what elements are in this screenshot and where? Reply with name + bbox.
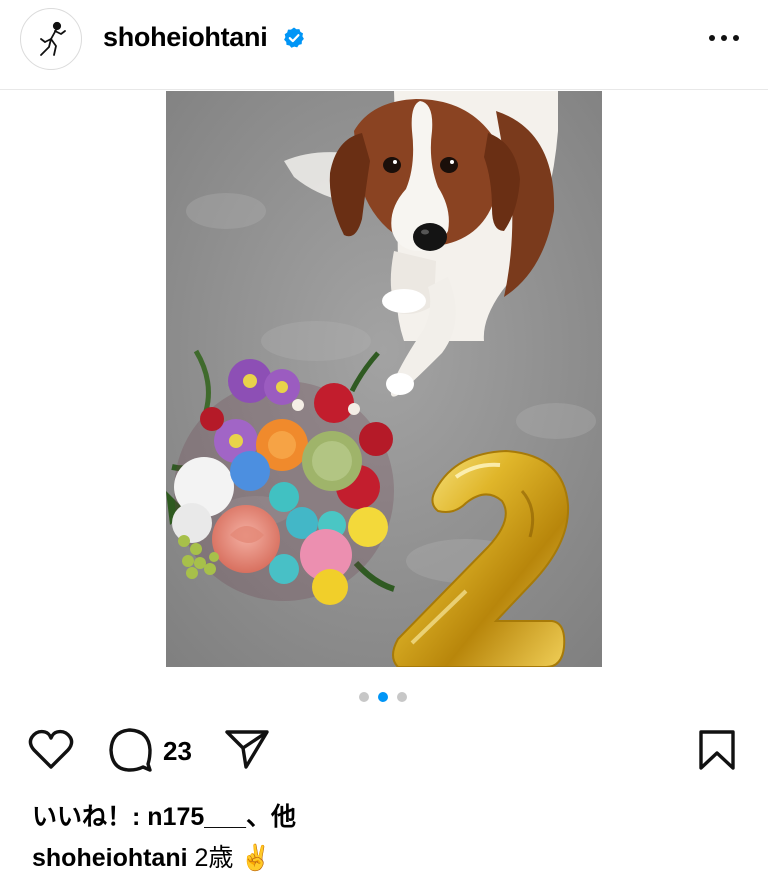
caption-text: 2歳 ✌️ (187, 844, 272, 872)
bookmark-outline-icon[interactable] (697, 729, 737, 771)
post-image[interactable] (166, 91, 602, 667)
carousel-dot-active (378, 692, 388, 702)
carousel-dot (359, 692, 369, 702)
carousel-indicator (359, 691, 411, 703)
baseball-pitcher-silhouette-icon (40, 21, 66, 56)
ellipsis-icon[interactable] (706, 28, 742, 48)
carousel-dot (397, 692, 407, 702)
avatar[interactable] (20, 8, 82, 70)
caption-username[interactable]: shoheiohtani (32, 844, 188, 872)
paper-plane-icon[interactable] (224, 728, 270, 770)
username[interactable]: shoheiohtani (103, 22, 268, 53)
dog-flowers-balloon-photo (166, 91, 602, 667)
likes-summary[interactable]: いいね！: n175___、他 (32, 797, 296, 833)
comment-bubble-icon[interactable] (107, 727, 153, 773)
comment-count: 23 (163, 736, 192, 766)
post-header: shoheiohtani (0, 0, 768, 90)
verified-badge-icon (284, 27, 304, 48)
heart-outline-icon[interactable] (28, 728, 74, 770)
post-caption: shoheiohtani 2歳 ✌️ (32, 838, 272, 874)
